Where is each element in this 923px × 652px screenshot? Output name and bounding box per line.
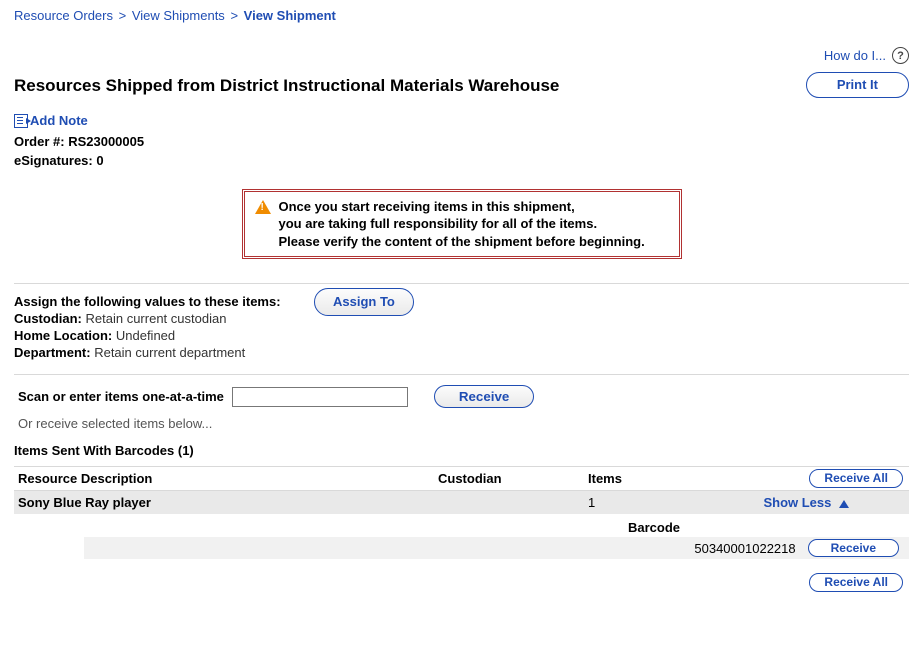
item-description: Sony Blue Ray player: [14, 491, 434, 515]
custodian-value: Retain current custodian: [86, 311, 227, 326]
table-row: Sony Blue Ray player 1 Show Less: [14, 491, 909, 515]
or-receive-text: Or receive selected items below...: [18, 416, 909, 431]
divider: [14, 374, 909, 375]
receive-all-button-top[interactable]: Receive All: [809, 469, 903, 488]
department-value: Retain current department: [94, 345, 245, 360]
warning-icon: [255, 200, 271, 214]
barcode-value: 50340001022218: [694, 541, 795, 556]
barcode-header: Barcode: [574, 520, 734, 535]
home-location-value: Undefined: [116, 328, 175, 343]
col-items: Items: [584, 467, 704, 491]
receive-all-button-bottom[interactable]: Receive All: [809, 573, 903, 592]
esignatures-value: 0: [96, 153, 103, 168]
help-link[interactable]: How do I... ?: [824, 47, 909, 64]
chevron-up-icon: [839, 500, 849, 508]
print-button[interactable]: Print It: [806, 72, 909, 98]
item-count: 1: [584, 491, 704, 515]
breadcrumb-current: View Shipment: [244, 8, 336, 23]
help-icon: ?: [892, 47, 909, 64]
breadcrumb-sep: >: [119, 8, 127, 23]
items-heading: Items Sent With Barcodes (1): [14, 443, 909, 458]
col-custodian: Custodian: [434, 467, 584, 491]
page-title: Resources Shipped from District Instruct…: [14, 76, 559, 96]
show-less-label: Show Less: [763, 495, 831, 510]
show-less-toggle[interactable]: Show Less: [763, 495, 849, 510]
department-label: Department:: [14, 345, 91, 360]
order-meta: Add Note Order #: RS23000005 eSignatures…: [14, 112, 909, 171]
esignatures-label: eSignatures:: [14, 153, 93, 168]
breadcrumb: Resource Orders > View Shipments > View …: [14, 8, 909, 23]
help-label: How do I...: [824, 48, 886, 63]
receive-button[interactable]: Receive: [434, 385, 534, 408]
order-value: RS23000005: [68, 134, 144, 149]
warning-line-3: Please verify the content of the shipmen…: [279, 233, 645, 251]
add-note-link[interactable]: Add Note: [30, 113, 88, 128]
barcode-section: Barcode 50340001022218 Receive: [14, 520, 909, 559]
breadcrumb-sep: >: [230, 8, 238, 23]
assign-section: Assign To Assign the following values to…: [14, 294, 909, 368]
barcode-row: 50340001022218 Receive: [84, 537, 909, 559]
warning-line-2: you are taking full responsibility for a…: [279, 215, 645, 233]
divider: [14, 283, 909, 284]
col-resource-description: Resource Description: [14, 467, 434, 491]
breadcrumb-resource-orders[interactable]: Resource Orders: [14, 8, 113, 23]
order-label: Order #:: [14, 134, 65, 149]
home-location-label: Home Location:: [14, 328, 112, 343]
scan-input[interactable]: [232, 387, 408, 407]
custodian-label: Custodian:: [14, 311, 82, 326]
items-table: Resource Description Custodian Items Rec…: [14, 466, 909, 514]
warning-line-1: Once you start receiving items in this s…: [279, 198, 645, 216]
receive-barcode-button[interactable]: Receive: [808, 539, 899, 557]
breadcrumb-view-shipments[interactable]: View Shipments: [132, 8, 225, 23]
item-custodian: [434, 491, 584, 515]
assign-to-button[interactable]: Assign To: [314, 288, 414, 316]
add-note-icon: [14, 114, 28, 128]
warning-box: Once you start receiving items in this s…: [242, 189, 682, 260]
assign-title: Assign the following values to these ite…: [14, 294, 909, 309]
scan-label: Scan or enter items one-at-a-time: [18, 389, 224, 404]
